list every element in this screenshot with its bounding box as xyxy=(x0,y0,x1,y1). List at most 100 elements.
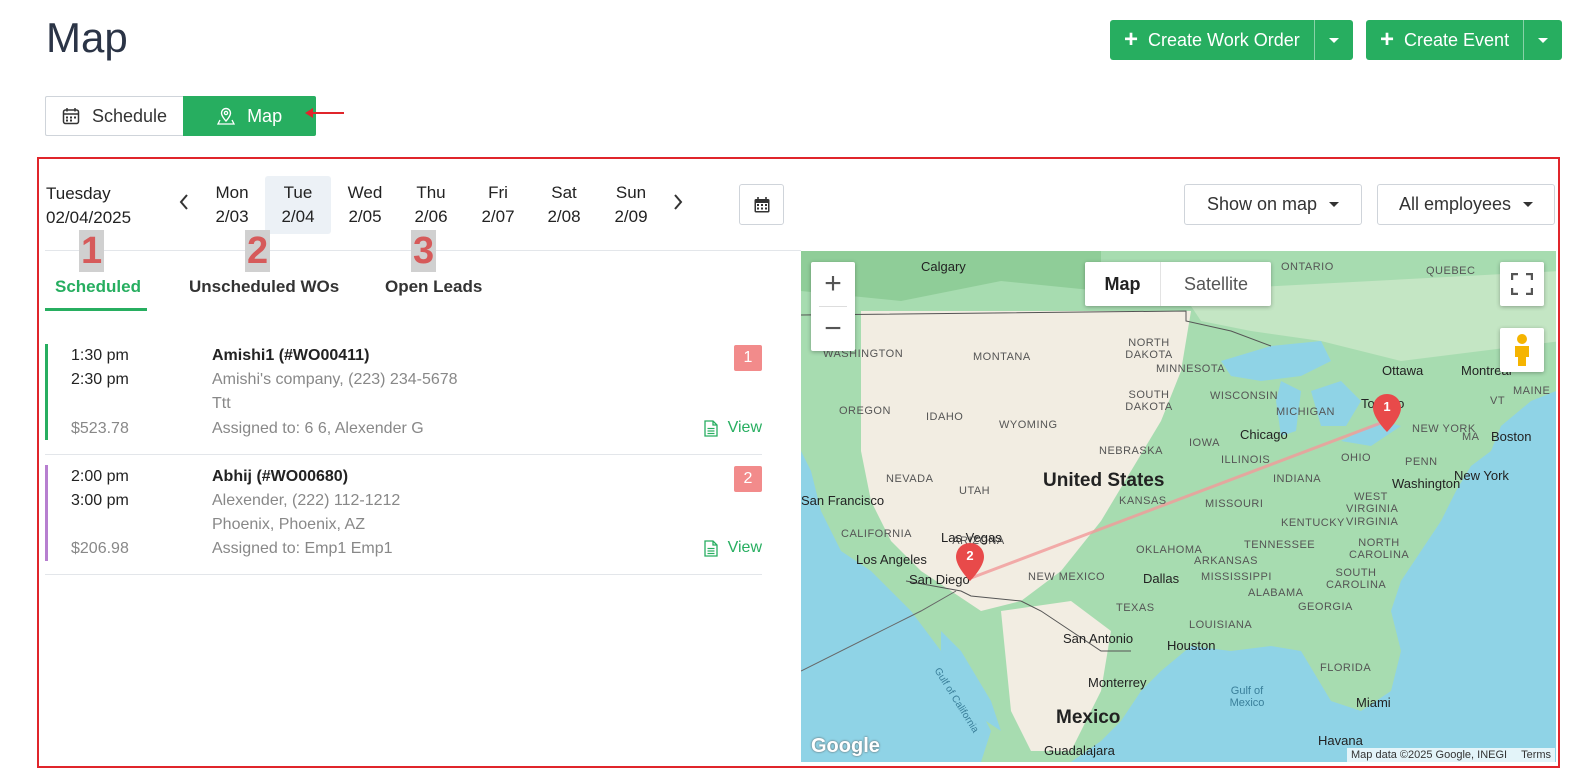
map-label: OHIO xyxy=(1341,452,1372,464)
map-label: Boston xyxy=(1491,429,1532,444)
map-label: MAINE xyxy=(1513,385,1551,397)
map-label: KENTUCKY xyxy=(1281,517,1345,529)
fullscreen-button[interactable] xyxy=(1500,262,1544,306)
map-label: San Antonio xyxy=(1063,631,1134,646)
day-thu[interactable]: Thu 2/06 xyxy=(398,176,464,234)
marker-label: 2 xyxy=(966,548,974,563)
map-label: ONTARIO xyxy=(1281,261,1334,273)
create-event-button-group: + Create Event xyxy=(1366,20,1563,60)
map-label: NEVADA xyxy=(886,473,934,485)
map-label: WYOMING xyxy=(999,419,1058,431)
day-name: Tue xyxy=(283,183,313,202)
create-work-order-dropdown-toggle[interactable] xyxy=(1315,20,1353,60)
map-pin-icon xyxy=(217,107,236,125)
map-label: San Francisco xyxy=(801,493,885,508)
current-weekday: Tuesday xyxy=(46,184,111,203)
map-marker-1[interactable]: 1 xyxy=(1372,393,1402,433)
day-name: Thu xyxy=(416,183,446,202)
work-order-item[interactable]: 1:30 pm 2:30 pm $523.78 Amishi1 (#WO0041… xyxy=(45,342,762,442)
start-time: 1:30 pm xyxy=(71,347,129,364)
map-label: NORTH DAKOTA xyxy=(1125,337,1173,361)
map-label: MICHIGAN xyxy=(1276,406,1335,418)
zoom-in-button[interactable]: + xyxy=(811,262,855,306)
day-date: 2/03 xyxy=(215,207,249,226)
prev-week-button[interactable] xyxy=(177,192,191,217)
employees-dropdown[interactable]: All employees xyxy=(1377,184,1555,225)
map-label: NEBRASKA xyxy=(1099,445,1163,457)
map-type-satellite-button[interactable]: Satellite xyxy=(1161,262,1271,306)
document-icon xyxy=(703,419,718,437)
map-type-map-button[interactable]: Map xyxy=(1085,262,1161,306)
map-label: INDIANA xyxy=(1273,473,1322,485)
create-work-order-button[interactable]: + Create Work Order xyxy=(1110,20,1315,60)
map-label: Guadalajara xyxy=(1044,743,1115,758)
current-date-value: 02/04/2025 xyxy=(46,208,132,227)
map-label: IOWA xyxy=(1189,437,1220,449)
day-sun[interactable]: Sun 2/09 xyxy=(598,176,664,234)
annotation-number-3: 3 xyxy=(411,230,437,272)
end-time: 2:30 pm xyxy=(71,371,129,388)
tab-open-leads[interactable]: Open Leads xyxy=(385,277,482,297)
google-logo: Google xyxy=(811,735,880,757)
day-date: 2/06 xyxy=(414,207,448,226)
tab-unscheduled-wos[interactable]: Unscheduled WOs xyxy=(189,277,339,297)
location: Phoenix, Phoenix, AZ xyxy=(212,516,365,533)
location: Ttt xyxy=(212,395,231,412)
map-label: MISSOURI xyxy=(1205,498,1264,510)
day-date: 2/04 xyxy=(281,207,315,226)
schedule-view-button[interactable]: Schedule xyxy=(45,96,184,136)
create-work-order-label: Create Work Order xyxy=(1148,29,1300,50)
street-view-button[interactable] xyxy=(1500,328,1544,372)
zoom-out-button[interactable]: − xyxy=(811,307,855,351)
day-tue[interactable]: Tue 2/04 xyxy=(265,176,331,234)
annotation-number-1: 1 xyxy=(79,230,105,272)
map-label: Dallas xyxy=(1143,571,1180,586)
map-label: Miami xyxy=(1356,695,1391,710)
view-link[interactable]: View xyxy=(703,419,762,437)
zoom-control: + − xyxy=(811,262,855,351)
terms-link[interactable]: Terms xyxy=(1521,749,1551,761)
view-link[interactable]: View xyxy=(703,539,762,557)
next-week-button[interactable] xyxy=(671,192,685,217)
map-label: Ottawa xyxy=(1382,363,1424,378)
day-mon[interactable]: Mon 2/03 xyxy=(199,176,265,234)
map-label: SOUTH DAKOTA xyxy=(1125,389,1173,413)
map-label: ALABAMA xyxy=(1248,587,1304,599)
map-label: Washington xyxy=(1392,476,1461,491)
caret-down-icon xyxy=(1538,37,1549,43)
day-fri[interactable]: Fri 2/07 xyxy=(465,176,531,234)
day-date: 2/05 xyxy=(348,207,382,226)
map-label: KANSAS xyxy=(1119,495,1167,507)
map-canvas[interactable]: Calgary ONTARIO QUEBEC NORTH DAKOTA MONT… xyxy=(801,251,1556,762)
work-order-item[interactable]: 2:00 pm 3:00 pm $206.98 Abhij (#WO00680)… xyxy=(45,463,762,563)
map-label: UTAH xyxy=(959,485,991,497)
map-label: Los Angeles xyxy=(856,552,927,567)
employees-label: All employees xyxy=(1398,194,1512,214)
map-label: ARKANSAS xyxy=(1194,555,1258,567)
show-on-map-dropdown[interactable]: Show on map xyxy=(1184,184,1362,225)
chevron-right-icon xyxy=(674,194,683,210)
day-wed[interactable]: Wed 2/05 xyxy=(332,176,398,234)
map-view-button[interactable]: Map xyxy=(183,96,317,136)
create-event-dropdown-toggle[interactable] xyxy=(1524,20,1562,60)
map-label: FLORIDA xyxy=(1320,662,1372,674)
map-marker-2[interactable]: 2 xyxy=(955,542,985,582)
map-label: PENN xyxy=(1405,456,1438,468)
page-title: Map xyxy=(46,14,128,61)
map-attribution: Map data ©2025 Google, INEGI Terms xyxy=(1347,748,1556,762)
divider xyxy=(45,574,762,575)
schedule-view-label: Schedule xyxy=(92,105,168,126)
map-label: MA xyxy=(1462,431,1480,443)
map-label: OREGON xyxy=(839,405,891,417)
map-label: TEXAS xyxy=(1116,602,1155,614)
day-sat[interactable]: Sat 2/08 xyxy=(531,176,597,234)
map-label: MISSISSIPPI xyxy=(1201,571,1272,583)
date-picker-button[interactable] xyxy=(739,184,784,225)
assigned-to: Assigned to: Emp1 Emp1 xyxy=(212,540,393,557)
tab-scheduled[interactable]: Scheduled xyxy=(55,277,141,297)
map-label: Monterrey xyxy=(1088,675,1147,690)
create-event-button[interactable]: + Create Event xyxy=(1366,20,1525,60)
map-label: CALIFORNIA xyxy=(841,528,913,540)
assigned-to: Assigned to: 6 6, Alexender G xyxy=(212,420,424,437)
map-type-control: Map Satellite xyxy=(1085,262,1271,306)
